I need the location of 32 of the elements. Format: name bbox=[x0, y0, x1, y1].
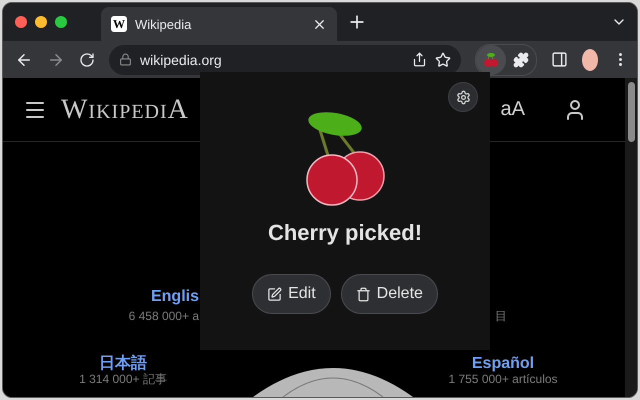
settings-icon bbox=[456, 90, 470, 104]
share-icon[interactable] bbox=[412, 52, 427, 68]
edit-button[interactable]: Edit bbox=[252, 274, 331, 314]
star-icon[interactable] bbox=[435, 52, 451, 68]
minimize-window-button[interactable] bbox=[35, 16, 47, 28]
reload-icon[interactable] bbox=[79, 52, 95, 68]
article-count: 1 314 000+ 記事 bbox=[79, 373, 167, 388]
language-link[interactable]: Englis bbox=[150, 288, 199, 306]
browser-tab[interactable]: W Wikipedia bbox=[101, 7, 337, 42]
lock-icon bbox=[119, 53, 132, 66]
article-count: 目 bbox=[495, 308, 507, 325]
text-size-button[interactable]: aA bbox=[500, 98, 525, 121]
avatar[interactable] bbox=[582, 48, 598, 71]
wikipedia-logo[interactable]: WikipediA bbox=[61, 94, 189, 126]
url-text: wikipedia.org bbox=[140, 52, 223, 68]
scrollbar-thumb[interactable] bbox=[628, 82, 634, 142]
tab-title: Wikipedia bbox=[135, 16, 192, 32]
address-bar[interactable]: wikipedia.org bbox=[109, 44, 461, 75]
close-window-button[interactable] bbox=[15, 16, 27, 28]
settings-button[interactable] bbox=[448, 82, 478, 112]
cherry-icon[interactable] bbox=[476, 44, 506, 75]
trash-icon bbox=[356, 286, 371, 302]
article-count: 1 755 000+ artículos bbox=[448, 373, 558, 388]
delete-button[interactable]: Delete bbox=[340, 274, 438, 314]
side-panel-icon[interactable] bbox=[551, 51, 568, 68]
favicon: W bbox=[111, 16, 127, 32]
edit-icon bbox=[267, 286, 282, 302]
popup-title: Cherry picked! bbox=[268, 220, 422, 246]
zoom-window-button[interactable] bbox=[55, 16, 67, 28]
language-link[interactable]: 日本語 bbox=[99, 355, 147, 374]
article-count: 6 458 000+ a bbox=[128, 309, 199, 323]
language-link[interactable]: Español bbox=[472, 355, 534, 374]
